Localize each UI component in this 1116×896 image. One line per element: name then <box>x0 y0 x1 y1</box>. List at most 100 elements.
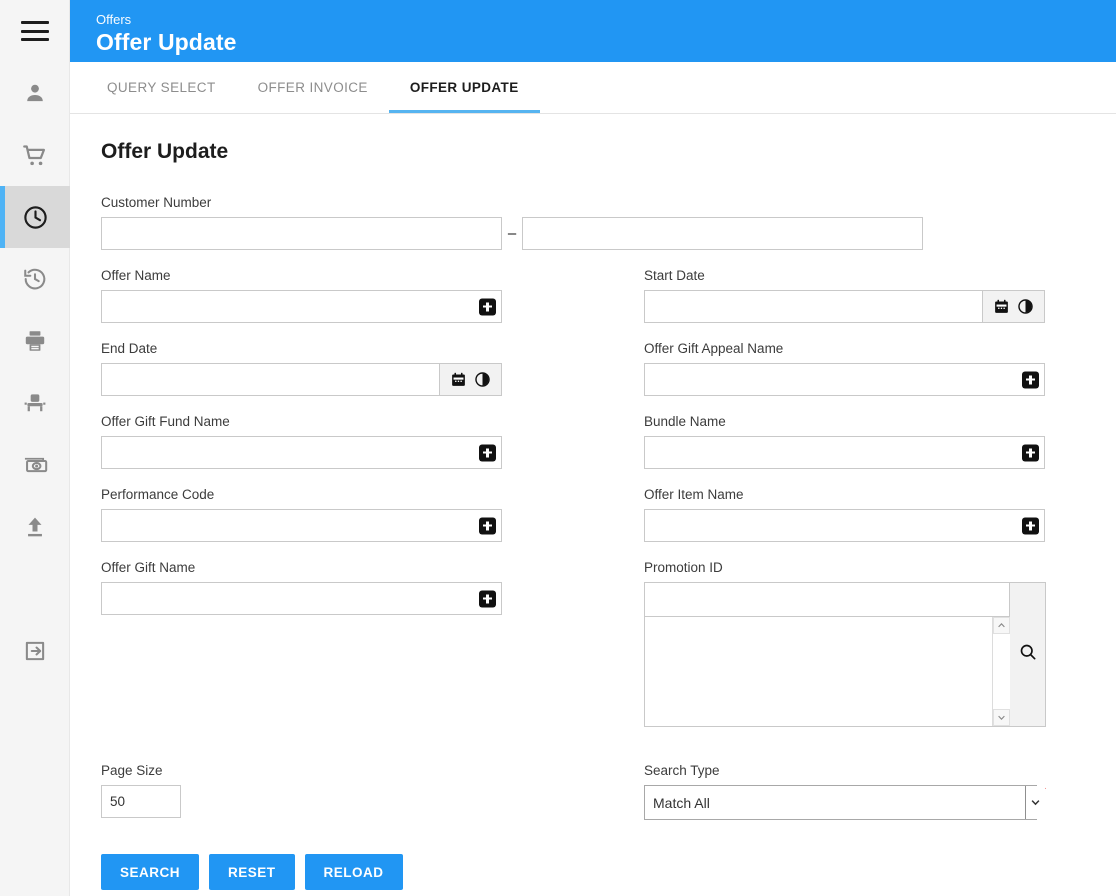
form-row-5: Offer Gift Name Promotion ID <box>101 559 1116 745</box>
sidebar-item-logout[interactable] <box>0 620 70 682</box>
promotion-id-control <box>644 582 1046 727</box>
sidebar-item-upload[interactable] <box>0 496 70 558</box>
history-icon <box>22 266 48 292</box>
required-marker: * <box>1040 783 1046 799</box>
start-date-icons <box>982 290 1045 323</box>
label-page-size: Page Size <box>101 763 163 778</box>
field-offer-gift-appeal-name: Offer Gift Appeal Name <box>644 340 1046 396</box>
promotion-id-list-body[interactable] <box>645 617 992 726</box>
offer-item-name-input[interactable] <box>644 509 1045 542</box>
offer-name-input[interactable] <box>101 290 502 323</box>
plus-icon[interactable] <box>479 590 496 607</box>
label-customer-number: Customer Number <box>101 195 212 210</box>
offer-gift-name-input[interactable] <box>101 582 502 615</box>
promotion-id-scrollbar[interactable] <box>992 617 1010 726</box>
sidebar-item-offers[interactable] <box>0 186 70 248</box>
offer-gift-fund-name-input[interactable] <box>101 436 502 469</box>
end-date-icons <box>439 363 502 396</box>
tab-offer-invoice[interactable]: OFFER INVOICE <box>237 61 389 113</box>
form-col-right-6: Search Type Match All * <box>644 762 1046 837</box>
calendar-icon[interactable] <box>993 298 1010 315</box>
tab-bar: QUERY SELECT OFFER INVOICE OFFER UPDATE <box>70 62 1116 114</box>
sidebar-item-payments[interactable] <box>0 434 70 496</box>
promotion-id-input[interactable] <box>644 582 1010 617</box>
field-offer-item-name: Offer Item Name <box>644 486 1046 542</box>
field-customer-number: Customer Number – <box>101 194 1116 250</box>
offer-name-control <box>101 290 502 323</box>
form-col-right-1: Start Date <box>644 267 1046 340</box>
form-row-4: Performance Code Offer Item Name <box>101 486 1116 559</box>
plus-icon[interactable] <box>1022 444 1039 461</box>
plus-icon[interactable] <box>479 517 496 534</box>
offer-gift-appeal-name-control <box>644 363 1045 396</box>
offer-gift-fund-name-control <box>101 436 502 469</box>
sidebar-item-print[interactable] <box>0 310 70 372</box>
hamburger-menu-icon[interactable] <box>20 21 49 41</box>
scroll-track[interactable] <box>992 634 1010 709</box>
printer-icon <box>22 328 48 354</box>
menu-toggle[interactable] <box>0 0 69 62</box>
tab-offer-update[interactable]: OFFER UPDATE <box>388 61 540 113</box>
calendar-icon[interactable] <box>450 371 467 388</box>
label-start-date: Start Date <box>644 268 705 283</box>
logout-icon <box>22 638 48 664</box>
offer-gift-appeal-name-input[interactable] <box>644 363 1045 396</box>
field-offer-gift-name: Offer Gift Name <box>101 559 644 615</box>
promotion-id-list[interactable] <box>644 617 1010 727</box>
plus-icon[interactable] <box>479 298 496 315</box>
clock-half-icon[interactable] <box>474 371 491 388</box>
start-date-input[interactable] <box>644 290 982 323</box>
breadcrumb: Offers <box>96 12 132 27</box>
search-type-control: Match All * <box>644 783 1046 820</box>
sidebar-item-history[interactable] <box>0 248 70 310</box>
plus-icon[interactable] <box>1022 371 1039 388</box>
sidebar-items <box>0 62 70 682</box>
field-bundle-name: Bundle Name <box>644 413 1046 469</box>
clock-icon <box>22 204 49 231</box>
label-offer-item-name: Offer Item Name <box>644 487 744 502</box>
search-type-select[interactable]: Match All <box>644 785 1037 820</box>
field-start-date: Start Date <box>644 267 1046 323</box>
label-bundle-name: Bundle Name <box>644 414 726 429</box>
sidebar-item-seating[interactable] <box>0 372 70 434</box>
end-date-input[interactable] <box>101 363 439 396</box>
customer-number-range: – <box>101 217 1116 250</box>
label-search-type: Search Type <box>644 763 720 778</box>
main-area: Offers Offer Update QUERY SELECT OFFER I… <box>70 0 1116 896</box>
label-promotion-id: Promotion ID <box>644 560 723 575</box>
plus-icon[interactable] <box>479 444 496 461</box>
offer-gift-name-control <box>101 582 502 615</box>
sidebar-item-customer[interactable] <box>0 62 70 124</box>
customer-number-to-input[interactable] <box>522 217 923 250</box>
page-content: Offer Update Customer Number – Offer Nam… <box>70 114 1116 896</box>
form-row-6: Page Size Search Type Match All <box>101 762 1116 837</box>
form-row-3: Offer Gift Fund Name Bundle Name <box>101 413 1116 486</box>
upload-icon <box>22 514 48 540</box>
money-icon <box>22 452 49 479</box>
plus-icon[interactable] <box>1022 517 1039 534</box>
end-date-control <box>101 363 644 396</box>
promotion-id-search-button[interactable] <box>1010 582 1046 727</box>
tab-query-select[interactable]: QUERY SELECT <box>86 61 237 113</box>
chevron-down-icon[interactable] <box>992 709 1010 726</box>
start-date-control <box>644 290 1046 323</box>
bundle-name-input[interactable] <box>644 436 1045 469</box>
reset-button[interactable]: RESET <box>209 854 295 890</box>
left-column-spacer <box>101 632 644 745</box>
chevron-up-icon[interactable] <box>992 617 1010 634</box>
seat-icon <box>22 390 48 416</box>
label-offer-gift-appeal-name: Offer Gift Appeal Name <box>644 341 784 356</box>
form-actions: SEARCH RESET RELOAD <box>101 854 1116 890</box>
reload-button[interactable]: RELOAD <box>304 854 403 890</box>
sidebar <box>0 0 70 896</box>
page-size-input[interactable] <box>101 785 181 818</box>
form-row-1: Offer Name Start Date <box>101 267 1116 340</box>
performance-code-input[interactable] <box>101 509 502 542</box>
customer-number-from-input[interactable] <box>101 217 502 250</box>
sidebar-item-orders[interactable] <box>0 124 70 186</box>
clock-half-icon[interactable] <box>1017 298 1034 315</box>
page-banner: Offers Offer Update <box>70 0 1116 62</box>
search-button[interactable]: SEARCH <box>101 854 200 890</box>
performance-code-control <box>101 509 502 542</box>
